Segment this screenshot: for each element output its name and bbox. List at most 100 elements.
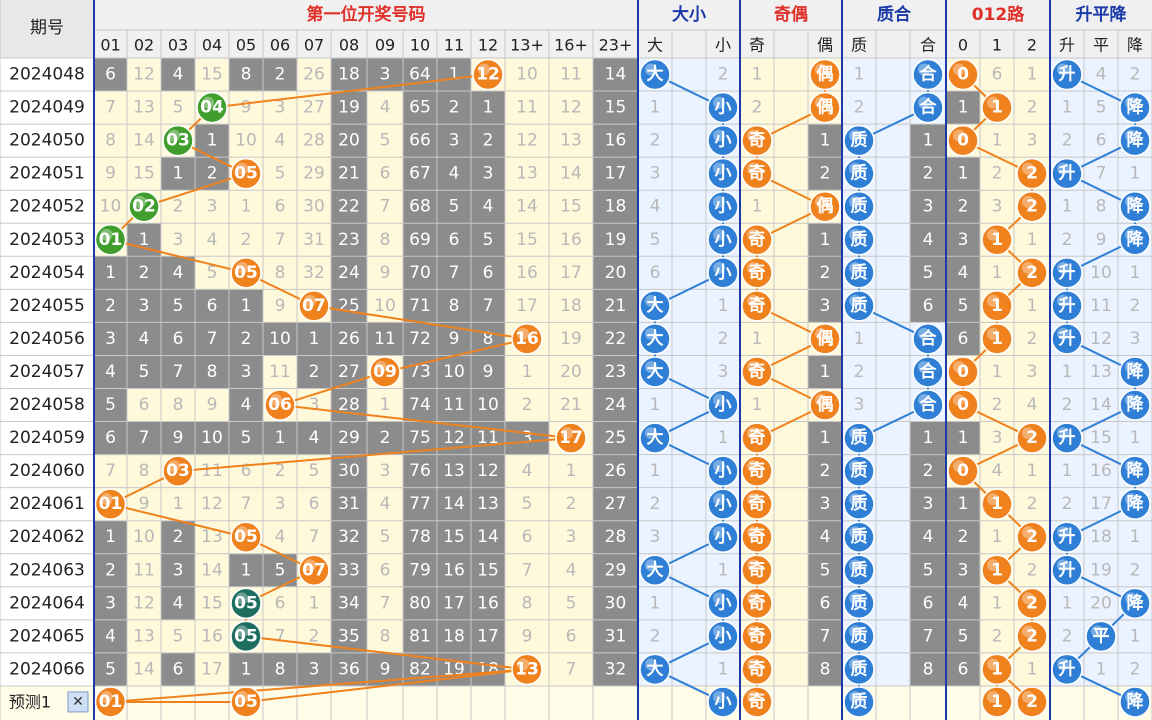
period-label: 2024058 xyxy=(9,395,85,415)
attribute-ball: 降 xyxy=(1119,488,1151,520)
cell-bg xyxy=(876,355,910,389)
miss-value: 9 xyxy=(1096,230,1107,250)
miss-value: 17 xyxy=(605,164,627,184)
miss-value: 13 xyxy=(516,164,538,184)
miss-value: 7 xyxy=(105,98,116,118)
ball-label: 0 xyxy=(957,131,969,151)
number-ball: 06 xyxy=(264,389,296,421)
miss-value: 1 xyxy=(992,263,1003,283)
ball-label: 09 xyxy=(373,362,397,382)
ball-label: 质 xyxy=(851,296,868,316)
miss-value: 1 xyxy=(1062,197,1073,217)
prediction-ball: 01 xyxy=(94,686,127,718)
number-ball: 07 xyxy=(298,554,330,587)
miss-value: 31 xyxy=(303,230,325,250)
miss-value: 5 xyxy=(923,263,934,283)
cell-bg xyxy=(774,58,808,92)
period-label: 2024061 xyxy=(9,494,85,514)
period-label: 2024066 xyxy=(9,659,85,679)
miss-value: 6 xyxy=(380,560,391,580)
miss-value: 6 xyxy=(207,296,218,316)
attribute-ball: 奇 xyxy=(741,290,773,322)
attribute-ball: 升 xyxy=(1051,58,1083,91)
miss-value: 3 xyxy=(958,230,969,250)
miss-value: 2 xyxy=(992,395,1003,415)
miss-value: 9 xyxy=(522,626,533,646)
miss-value: 12 xyxy=(201,494,223,514)
ball-label: 质 xyxy=(851,461,868,481)
attribute-ball: 升 xyxy=(1051,554,1083,587)
cell-bg xyxy=(774,454,808,488)
attribute-ball: 偶 xyxy=(809,323,841,355)
miss-value: 2 xyxy=(380,428,391,448)
miss-value: 17 xyxy=(477,626,499,646)
cell-bg xyxy=(672,223,706,257)
miss-value: 3 xyxy=(173,230,184,250)
miss-value: 6 xyxy=(958,659,969,679)
attribute-ball: 偶 xyxy=(809,389,841,421)
miss-value: 26 xyxy=(605,461,627,481)
column-label-13: 16+ xyxy=(554,36,588,55)
miss-value: 5 xyxy=(958,626,969,646)
attribute-ball: 奇 xyxy=(741,488,773,520)
ball-label: 质 xyxy=(851,494,868,514)
ball-label: 奇 xyxy=(749,625,766,646)
group-title-2: 奇偶 xyxy=(774,4,808,25)
miss-value: 67 xyxy=(409,164,431,184)
miss-value: 3 xyxy=(105,329,116,349)
ball-label: 质 xyxy=(851,626,868,646)
miss-value: 71 xyxy=(409,296,431,316)
cell-bg xyxy=(876,58,910,92)
miss-value: 29 xyxy=(303,164,325,184)
period-label: 2024056 xyxy=(9,329,85,349)
attribute-ball: 2 xyxy=(1016,521,1048,553)
miss-value: 34 xyxy=(338,593,360,613)
miss-value: 1 xyxy=(566,461,577,481)
period-label: 2024055 xyxy=(9,296,85,316)
column-label-5: 06 xyxy=(270,36,290,55)
attribute-ball: 升 xyxy=(1051,653,1083,686)
miss-value: 14 xyxy=(560,164,582,184)
miss-value: 2 xyxy=(650,626,661,646)
period-label: 2024063 xyxy=(9,560,85,580)
miss-value: 1 xyxy=(1130,626,1141,646)
miss-value: 16 xyxy=(477,593,499,613)
miss-value: 12 xyxy=(443,428,465,448)
miss-value: 1 xyxy=(650,395,661,415)
group-title-1: 大小 xyxy=(672,4,706,25)
miss-value: 1 xyxy=(449,65,460,85)
miss-value: 3 xyxy=(483,164,494,184)
miss-value: 2 xyxy=(309,362,320,382)
miss-value: 2 xyxy=(992,164,1003,184)
miss-value: 1 xyxy=(1062,362,1073,382)
miss-value: 4 xyxy=(650,197,661,217)
attribute-ball: 小 xyxy=(707,389,739,421)
attribute-ball: 大 xyxy=(639,290,671,322)
cell-bg xyxy=(672,124,706,158)
ball-label: 降 xyxy=(1127,130,1145,151)
miss-value: 6 xyxy=(958,329,969,349)
cell-bg xyxy=(774,553,808,587)
attribute-ball: 小 xyxy=(707,521,739,553)
ball-label: 偶 xyxy=(817,328,834,349)
ball-label: 升 xyxy=(1059,659,1076,679)
miss-value: 3 xyxy=(650,527,661,547)
ball-label: 1 xyxy=(991,659,1003,679)
miss-value: 1 xyxy=(992,131,1003,151)
attribute-ball: 升 xyxy=(1051,257,1083,289)
miss-value: 9 xyxy=(241,98,252,118)
period-label: 2024051 xyxy=(9,164,85,184)
attribute-ball: 1 xyxy=(981,91,1013,124)
ball-label: 升 xyxy=(1059,527,1076,547)
miss-value: 3 xyxy=(992,197,1003,217)
miss-value: 2 xyxy=(1130,659,1141,679)
miss-value: 4 xyxy=(923,230,934,250)
miss-value: 21 xyxy=(338,164,360,184)
miss-value: 1 xyxy=(992,593,1003,613)
miss-value: 6 xyxy=(1096,131,1107,151)
ball-label: 奇 xyxy=(749,592,766,613)
period-label: 2024052 xyxy=(9,197,85,217)
miss-value: 1 xyxy=(958,494,969,514)
miss-value: 9 xyxy=(173,428,184,448)
miss-value: 1 xyxy=(854,329,865,349)
